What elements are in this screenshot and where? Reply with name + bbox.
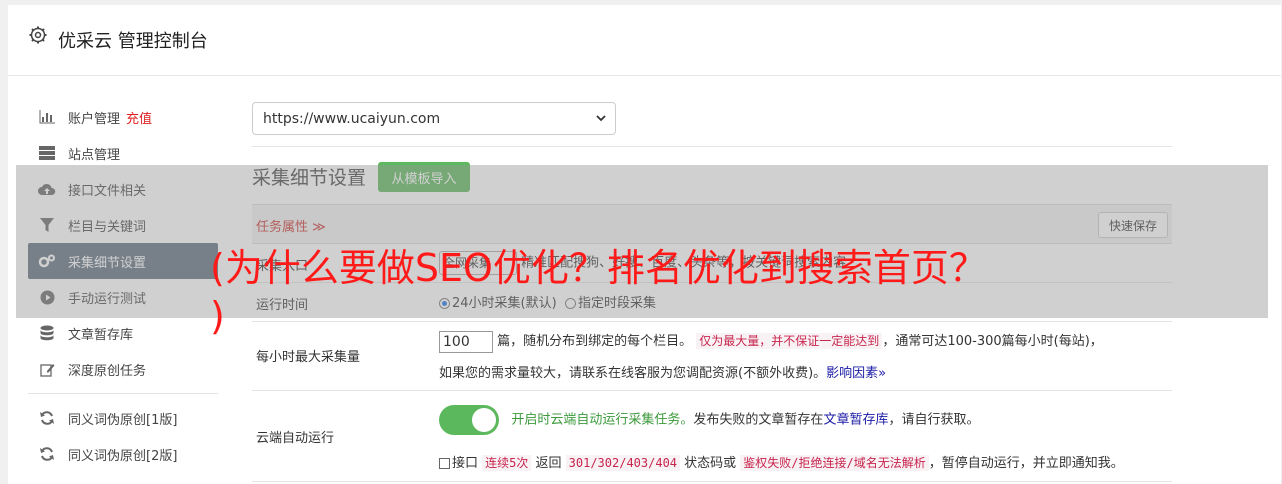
factors-link[interactable]: 影响因素» [826,366,886,381]
sidebar-item-article-store[interactable]: 文章暂存库 [28,315,218,351]
sidebar-item-label: 同义词伪原创[2版] [68,448,178,464]
sidebar-item-synonym-v2[interactable]: 同义词伪原创[2版] [28,436,218,472]
code-status: 301/302/403/404 [565,455,681,471]
bar-chart-icon [38,108,56,126]
cloud-green-text: 开启时云端自动运行采集任务。 [511,412,694,428]
server-icon [38,144,56,162]
recharge-link[interactable]: 充值 [126,108,152,127]
overlay-line-1: (为什么要做SEO优化？排名优化到搜索首页？ [210,246,987,290]
sidebar-item-deep-original[interactable]: 深度原创任务 [28,351,218,387]
sidebar-item-label: 同义词伪原创[1版] [68,412,178,428]
database-icon [38,324,56,342]
max-text3: 如果您的需求量较大，请联系在线客服为您调配资源(不额外收费)。 [439,366,827,381]
refresh-icon [38,445,56,463]
site-select-value: https://www.ucaiyun.com [263,110,441,127]
sidebar-item-label: 深度原创任务 [68,363,147,379]
cloud-text1: 发布失败的文章暂存在 [693,412,824,428]
code-errors: 鉴权失败/拒绝连接/域名无法解析 [740,455,929,471]
sidebar-item-account[interactable]: 账户管理 充值 [28,99,218,135]
overlay-line-2: ) [210,294,225,338]
sidebar-divider [28,393,218,394]
site-select[interactable]: https://www.ucaiyun.com [252,102,616,135]
sidebar-item-label: 站点管理 [68,147,121,163]
row-label: 云端自动运行 [256,431,335,446]
divider [252,146,1172,147]
sidebar-item-label: 账户管理 [68,111,121,127]
page-title: 优采云 管理控制台 [58,31,208,52]
header-bar: 优采云 管理控制台 [8,5,1281,76]
edit-icon [38,360,56,378]
gear-icon [29,26,47,44]
cloud-text3: 返回 [531,456,566,471]
row-label: 每小时最大采集量 [256,350,361,365]
chevron-down-icon [596,115,606,122]
code-consecutive: 连续5次 [482,455,532,471]
cloud-text5: ，暂停自动运行，并立即通知我。 [928,456,1124,471]
interface-checkbox[interactable] [439,458,450,469]
sidebar-item-synonym-v1[interactable]: 同义词伪原创[1版] [28,400,218,436]
cloud-text2: ，请自行获取。 [888,412,980,428]
table-row-cloud: 云端自动运行 开启时云端自动运行采集任务。发布失败的文章暂存在文章暂存库，请自行… [252,391,1172,482]
overlay-headline: (为什么要做SEO优化？排名优化到搜索首页？ ) [210,244,1090,340]
sidebar-item-label: 文章暂存库 [68,327,134,343]
cloud-auto-toggle[interactable] [439,405,499,435]
cloud-text4: 状态码或 [680,456,741,471]
article-store-link[interactable]: 文章暂存库 [823,413,888,428]
checkbox-label: 接口 [452,456,479,471]
refresh-icon [38,409,56,427]
